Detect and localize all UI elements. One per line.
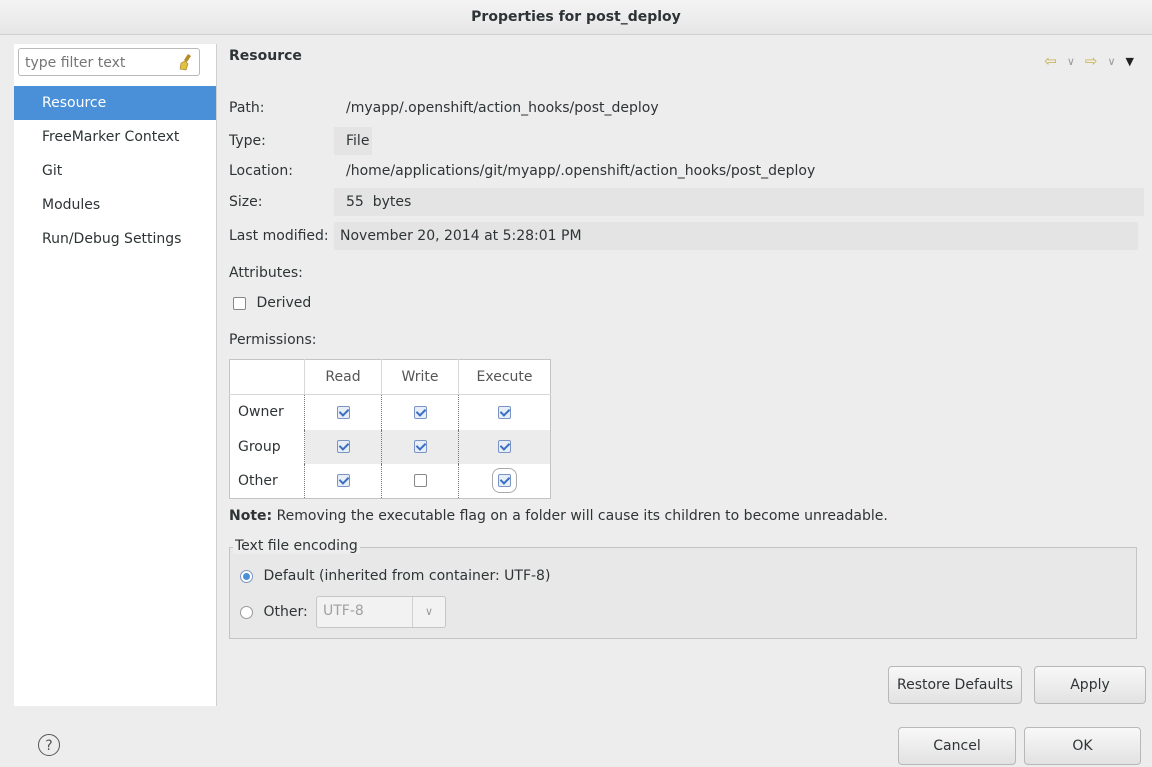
forward-dropdown-icon[interactable]: ∨ — [1107, 55, 1115, 68]
encoding-combo-value: UTF-8 — [323, 603, 364, 619]
help-icon[interactable]: ? — [38, 734, 60, 756]
other-execute-checkbox[interactable] — [492, 468, 517, 494]
type-value: File — [334, 127, 372, 155]
other-encoding-label: Other: — [263, 604, 308, 620]
location-label: Location: — [229, 163, 293, 179]
encoding-group: Text file encoding Default (inherited fr… — [229, 538, 1137, 639]
row-label-other: Other — [238, 472, 278, 489]
row-label-owner: Owner — [238, 404, 284, 421]
attributes-label: Attributes: — [229, 265, 303, 281]
properties-panel: Resource ⇦ ∨ ⇨ ∨ ▼ Path: /myapp/.openshi… — [216, 34, 1152, 706]
permissions-label: Permissions: — [229, 332, 317, 348]
owner-write-checkbox[interactable] — [413, 405, 427, 419]
group-write-checkbox[interactable] — [413, 440, 427, 454]
other-encoding-option[interactable]: Other: — [240, 604, 308, 620]
apply-button[interactable]: Apply — [1034, 666, 1146, 704]
default-encoding-radio[interactable] — [240, 569, 253, 583]
other-write-checkbox[interactable] — [413, 474, 427, 488]
cancel-button[interactable]: Cancel — [898, 727, 1016, 765]
view-menu-icon[interactable]: ▼ — [1126, 55, 1134, 68]
panel-title: Resource — [229, 48, 302, 64]
modified-row: Last modified: November 20, 2014 at 5:28… — [229, 222, 1149, 250]
owner-read-checkbox[interactable] — [336, 405, 350, 419]
type-label: Type: — [229, 133, 266, 149]
column-header-write: Write — [381, 359, 459, 396]
type-row: Type: File — [229, 127, 1149, 155]
filter-input[interactable] — [23, 50, 177, 76]
path-value: /myapp/.openshift/action_hooks/post_depl… — [346, 100, 659, 116]
encoding-combo[interactable]: UTF-8 ∨ — [316, 596, 446, 628]
path-label: Path: — [229, 100, 265, 116]
group-execute-checkbox[interactable] — [498, 440, 511, 454]
ok-button[interactable]: OK — [1024, 727, 1141, 765]
encoding-legend: Text file encoding — [233, 538, 360, 554]
table-row: Other — [230, 463, 551, 499]
other-read-checkbox[interactable] — [336, 474, 350, 488]
owner-execute-checkbox[interactable] — [498, 405, 511, 419]
derived-label: Derived — [256, 295, 312, 311]
column-header-execute: Execute — [458, 359, 551, 396]
location-value: /home/applications/git/myapp/.openshift/… — [346, 163, 816, 179]
note-label: Note: — [229, 508, 273, 524]
table-row: Owner — [230, 394, 551, 430]
nav-item-modules[interactable]: Modules — [14, 188, 216, 222]
table-row: Group — [229, 429, 551, 464]
size-label: Size: — [229, 194, 263, 210]
modified-value: November 20, 2014 at 5:28:01 PM — [334, 222, 1138, 250]
size-row: Size: 55 bytes — [229, 188, 1149, 216]
nav-item-git[interactable]: Git — [14, 154, 216, 188]
derived-checkbox-row[interactable]: Derived — [233, 289, 311, 317]
permissions-corner — [229, 359, 305, 396]
nav-item-resource[interactable]: Resource — [14, 86, 216, 120]
nav-item-run-debug-settings[interactable]: Run/Debug Settings — [14, 222, 216, 256]
group-read-checkbox[interactable] — [336, 440, 350, 454]
executable-note: Note: Removing the executable flag on a … — [229, 508, 888, 524]
window-title: Properties for post_deploy — [0, 0, 1152, 35]
clear-filter-icon[interactable] — [179, 53, 193, 71]
back-dropdown-icon[interactable]: ∨ — [1067, 55, 1075, 68]
chevron-down-icon[interactable]: ∨ — [412, 597, 445, 627]
restore-defaults-button[interactable]: Restore Defaults — [888, 666, 1022, 704]
navigation-pane: Resource FreeMarker Context Git Modules … — [14, 44, 217, 706]
derived-checkbox[interactable] — [233, 296, 246, 310]
nav-list: Resource FreeMarker Context Git Modules … — [14, 86, 216, 256]
filter-box[interactable] — [18, 48, 200, 76]
history-toolbar: ⇦ ∨ ⇨ ∨ ▼ — [1044, 52, 1134, 70]
size-value: 55 bytes — [334, 188, 1144, 216]
permissions-table: Read Write Execute Owner Group Other — [229, 359, 551, 499]
nav-item-freemarker-context[interactable]: FreeMarker Context — [14, 120, 216, 154]
path-row: Path: /myapp/.openshift/action_hooks/pos… — [229, 94, 1149, 122]
default-encoding-option[interactable]: Default (inherited from container: UTF-8… — [240, 568, 550, 584]
back-arrow-icon[interactable]: ⇦ — [1044, 52, 1057, 70]
forward-arrow-icon[interactable]: ⇨ — [1085, 52, 1098, 70]
note-text: Removing the executable flag on a folder… — [272, 508, 888, 524]
other-encoding-radio[interactable] — [240, 605, 253, 619]
column-header-read: Read — [304, 359, 382, 396]
default-encoding-label: Default (inherited from container: UTF-8… — [263, 568, 551, 584]
row-label-group: Group — [229, 429, 305, 464]
modified-label: Last modified: — [229, 228, 329, 244]
location-row: Location: /home/applications/git/myapp/.… — [229, 157, 1149, 185]
